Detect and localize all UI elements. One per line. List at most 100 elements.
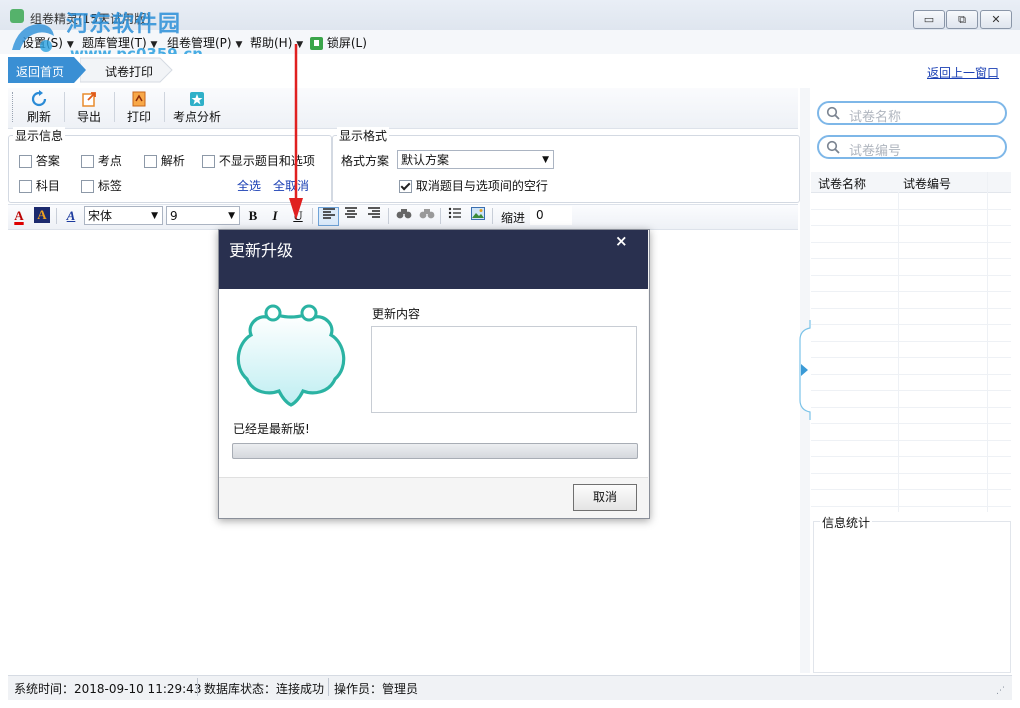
search-placeholder: 试卷名称 (849, 110, 902, 125)
checkbox-remove-blank[interactable]: 取消题目与选项间的空行 (399, 177, 548, 194)
checkbox-box[interactable] (81, 155, 94, 168)
refresh-button[interactable]: 刷新 (22, 90, 56, 126)
indent-input[interactable]: 0 (530, 206, 572, 225)
list-button[interactable] (445, 207, 465, 225)
lock-icon (310, 37, 323, 50)
grid-row-line (811, 390, 1011, 391)
font-family-value: 宋体 (88, 209, 113, 223)
paper-code-search[interactable]: 试卷编号 (817, 135, 1007, 159)
checkbox-box[interactable] (81, 180, 94, 193)
checkbox-box[interactable] (19, 180, 32, 193)
tab-home[interactable]: 返回首页 (16, 63, 64, 80)
restore-icon: ⧉ (958, 13, 966, 26)
font-size-select[interactable]: 9 ▼ (166, 206, 240, 225)
checkbox-answer[interactable]: 答案 (19, 152, 60, 169)
toolbar-separator (114, 92, 115, 122)
replace-icon (419, 209, 435, 219)
tab-print[interactable]: 试卷打印 (105, 63, 153, 80)
indent-label: 缩进 (501, 211, 526, 225)
align-right-icon (368, 207, 380, 218)
status-time: 系统时间：2018-09-10 11:29:43 (14, 682, 202, 696)
status-operator: 操作员：管理员 (334, 682, 419, 696)
checkbox-box[interactable] (144, 155, 157, 168)
stats-group (813, 521, 1011, 673)
stats-title: 信息统计 (820, 514, 873, 531)
format-separator (492, 208, 493, 224)
column-header-code[interactable]: 试卷编号 (903, 175, 951, 192)
splitter-handle[interactable] (797, 320, 811, 420)
status-separator (197, 678, 198, 696)
replace-button[interactable] (417, 207, 437, 225)
find-button[interactable] (394, 207, 414, 225)
align-right-button[interactable] (364, 207, 384, 225)
grid-row-line (811, 489, 1011, 490)
grid-row-line (811, 241, 1011, 243)
update-content-box[interactable] (371, 326, 637, 413)
display-info-title: 显示信息 (13, 127, 66, 144)
menu-lock-screen[interactable]: 锁屏(L) (310, 34, 367, 51)
restore-button[interactable]: ⧉ (946, 10, 978, 29)
dialog-footer-divider (219, 477, 648, 478)
align-center-icon (345, 207, 357, 218)
search-icon (826, 106, 840, 120)
minimize-icon: ▭ (923, 13, 935, 26)
grid-row-line (811, 423, 1011, 424)
bold-button[interactable]: B (243, 207, 263, 225)
print-icon (132, 91, 146, 107)
grid-row-line (811, 472, 1011, 474)
select-all-link[interactable]: 全选 (237, 177, 261, 194)
checkbox-keypoint[interactable]: 考点 (81, 152, 122, 169)
grid-row-line (811, 340, 1011, 342)
grid-row-line (811, 208, 1011, 210)
checkbox-label: 考点 (97, 154, 122, 168)
minimize-button[interactable]: ▭ (913, 10, 945, 29)
dialog-close-button[interactable]: × (615, 232, 628, 250)
menu-label: 锁屏(L) (326, 36, 367, 50)
align-center-button[interactable] (341, 207, 361, 225)
paper-name-search[interactable]: 试卷名称 (817, 101, 1007, 125)
print-button[interactable]: 打印 (122, 90, 156, 126)
checkbox-label: 解析 (160, 154, 185, 168)
column-header-name[interactable]: 试卷名称 (818, 175, 866, 192)
grid-row-line (811, 406, 1011, 408)
checkbox-subject[interactable]: 科目 (19, 177, 60, 194)
update-status-text: 已经是最新版! (233, 422, 310, 436)
font-size-value: 9 (170, 209, 178, 223)
checkbox-box[interactable] (202, 155, 215, 168)
font-family-select[interactable]: 宋体 ▼ (84, 206, 163, 225)
highlight-button[interactable]: A (32, 207, 52, 225)
scheme-select[interactable]: 默认方案 ▼ (397, 150, 554, 169)
export-button[interactable]: 导出 (72, 90, 106, 126)
format-separator (440, 208, 441, 224)
analysis-label: 考点分析 (172, 110, 221, 124)
cancel-button[interactable]: 取消 (573, 484, 637, 511)
update-content-label: 更新内容 (372, 307, 421, 321)
grid-row-line (811, 456, 1011, 457)
toolbar-separator (164, 92, 165, 122)
analysis-button[interactable]: 考点分析 (170, 90, 224, 126)
paper-grid (811, 192, 1011, 512)
checkbox-label: 科目 (35, 179, 60, 193)
checkbox-tag[interactable]: 标签 (81, 177, 122, 194)
checkbox-analysis[interactable]: 解析 (144, 152, 185, 169)
font-style-button[interactable]: A (61, 207, 81, 225)
chevron-down-icon: ▼ (235, 40, 243, 50)
resize-grip-icon[interactable]: ⋰ (996, 686, 1005, 696)
status-separator (328, 678, 329, 696)
grid-row-line (811, 258, 1011, 259)
print-label: 打印 (126, 110, 151, 124)
insert-image-button[interactable] (468, 207, 488, 225)
refresh-icon (31, 90, 47, 107)
back-link[interactable]: 返回上一窗口 (927, 64, 999, 81)
grid-row-line (811, 324, 1011, 325)
checkbox-box[interactable] (399, 180, 412, 193)
window-close-button[interactable]: ✕ (980, 10, 1012, 29)
italic-button[interactable]: I (265, 207, 285, 225)
image-icon (471, 207, 485, 220)
font-color-icon: A (14, 208, 24, 223)
checkbox-box[interactable] (19, 155, 32, 168)
align-left-button[interactable] (318, 207, 339, 226)
chevron-down-icon: ▼ (542, 155, 549, 165)
font-color-button[interactable]: A (9, 207, 29, 225)
chevron-down-icon: ▼ (151, 211, 158, 221)
